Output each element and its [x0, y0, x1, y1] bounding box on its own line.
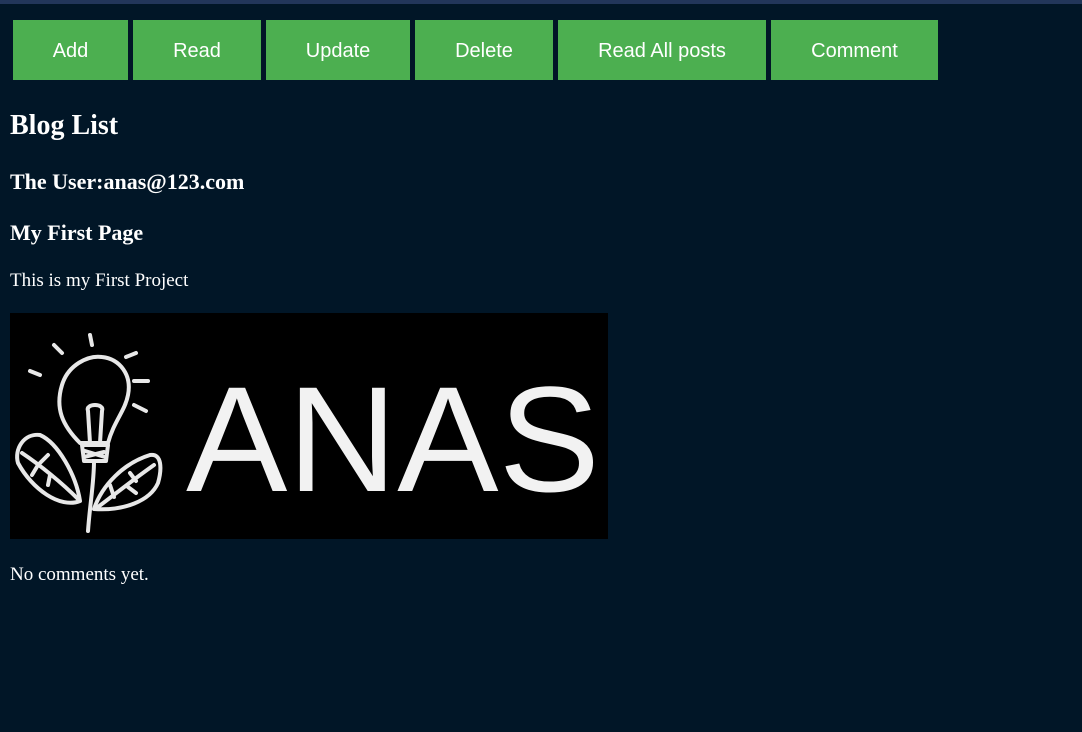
add-button[interactable]: Add: [13, 20, 128, 80]
post-body: This is my First Project: [10, 270, 189, 291]
current-user: The User:anas@123.com: [10, 169, 245, 194]
lightbulb-leaves-icon: [15, 333, 163, 533]
delete-button[interactable]: Delete: [415, 20, 553, 80]
logo-text: ANAS: [186, 355, 600, 523]
comments-empty-message: No comments yet.: [10, 564, 149, 585]
logo-image: ANAS: [15, 333, 600, 533]
read-all-posts-button[interactable]: Read All posts: [558, 20, 766, 80]
top-border: [0, 0, 1082, 4]
comment-button[interactable]: Comment: [771, 20, 938, 80]
update-button[interactable]: Update: [266, 20, 410, 80]
read-button[interactable]: Read: [133, 20, 261, 80]
page-title: Blog List: [10, 110, 119, 141]
post-image: ANAS: [10, 313, 608, 539]
post-title: My First Page: [10, 220, 144, 245]
